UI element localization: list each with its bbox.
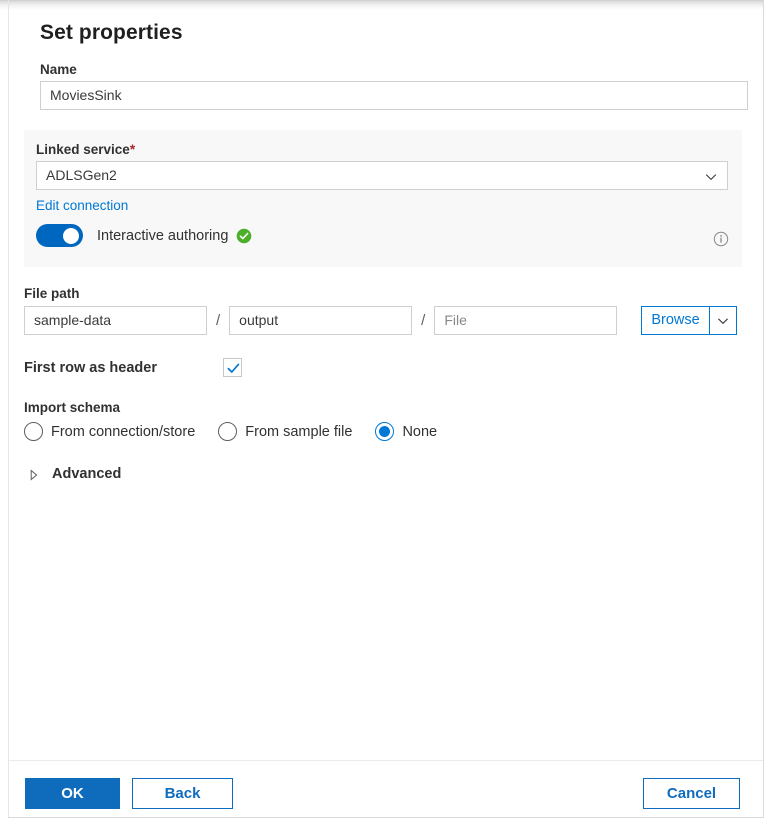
- path-separator-2: /: [421, 312, 425, 329]
- import-schema-label: Import schema: [24, 400, 524, 415]
- linked-service-panel: Linked service* ADLSGen2 Edit connection…: [24, 130, 742, 267]
- import-schema-section: Import schema From connection/store From…: [24, 400, 524, 441]
- radio-circle-from-sample-file: [218, 422, 237, 441]
- radio-label-from-connection-store: From connection/store: [51, 424, 195, 440]
- set-properties-dialog: Set properties Name MoviesSink Linked se…: [0, 0, 764, 818]
- linked-service-label-text: Linked service: [36, 142, 130, 157]
- first-row-as-header-checkbox[interactable]: [223, 358, 242, 377]
- radio-label-none: None: [402, 424, 437, 440]
- radio-option-from-sample-file[interactable]: From sample file: [218, 422, 352, 441]
- edit-connection-link[interactable]: Edit connection: [36, 198, 128, 213]
- caret-right-icon: [28, 468, 40, 480]
- dialog-body: Set properties Name MoviesSink: [9, 10, 763, 760]
- radio-option-from-connection-store[interactable]: From connection/store: [24, 422, 195, 441]
- radio-circle-from-connection-store: [24, 422, 43, 441]
- path-separator-1: /: [216, 312, 220, 329]
- radio-label-from-sample-file: From sample file: [245, 424, 352, 440]
- toggle-knob: [63, 228, 79, 244]
- name-field-group: Name MoviesSink: [40, 62, 732, 110]
- file-path-label: File path: [24, 286, 742, 301]
- linked-service-label: Linked service*: [36, 142, 742, 157]
- browse-dropdown-toggle[interactable]: [709, 307, 736, 334]
- dialog-footer: OK Back Cancel: [9, 761, 763, 817]
- cancel-button[interactable]: Cancel: [643, 778, 740, 809]
- name-label: Name: [40, 62, 732, 77]
- page-title: Set properties: [40, 21, 747, 45]
- file-path-file-input[interactable]: File: [434, 306, 617, 335]
- interactive-authoring-label: Interactive authoring: [97, 228, 228, 244]
- browse-button-label: Browse: [642, 307, 708, 334]
- checkmark-icon: [226, 361, 241, 376]
- interactive-authoring-toggle[interactable]: [36, 224, 83, 247]
- browse-button[interactable]: Browse: [641, 306, 736, 335]
- advanced-section-toggle[interactable]: Advanced: [24, 466, 121, 482]
- file-path-section: File path sample-data / output / File Br…: [24, 286, 742, 335]
- import-schema-radio-group: From connection/store From sample file N…: [24, 422, 524, 441]
- required-asterisk: *: [130, 142, 135, 157]
- file-path-container-input[interactable]: sample-data: [24, 306, 207, 335]
- top-shadow-band: [0, 0, 764, 10]
- linked-service-select-wrap: ADLSGen2: [36, 161, 728, 190]
- green-check-badge-icon: [236, 228, 252, 244]
- linked-service-select[interactable]: ADLSGen2: [36, 161, 728, 190]
- name-input[interactable]: MoviesSink: [40, 81, 748, 110]
- ok-button[interactable]: OK: [25, 778, 120, 809]
- advanced-label: Advanced: [52, 466, 121, 482]
- radio-circle-none: [375, 422, 394, 441]
- info-circle-icon[interactable]: [713, 231, 729, 247]
- file-path-directory-input[interactable]: output: [229, 306, 412, 335]
- interactive-authoring-row: Interactive authoring: [36, 224, 742, 247]
- first-row-as-header-row: First row as header: [24, 358, 324, 377]
- back-button[interactable]: Back: [132, 778, 233, 809]
- first-row-as-header-label: First row as header: [24, 360, 157, 376]
- file-path-row: sample-data / output / File Browse: [24, 306, 742, 335]
- radio-option-none[interactable]: None: [375, 422, 437, 441]
